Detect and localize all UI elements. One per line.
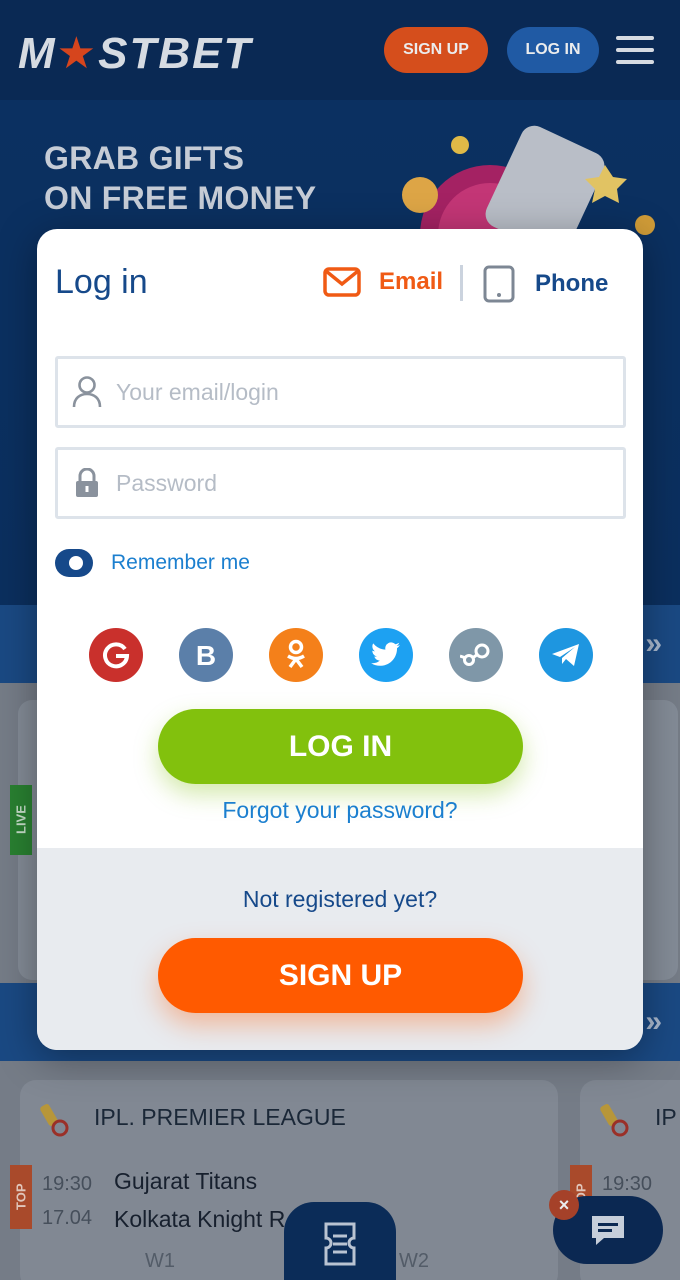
svg-text:B: B — [196, 640, 216, 670]
user-icon — [58, 376, 116, 408]
password-input[interactable] — [116, 469, 596, 497]
registration-panel: Not registered yet? SIGN UP — [37, 848, 643, 1050]
tab-phone-label: Phone — [535, 270, 609, 297]
password-field — [55, 447, 626, 519]
signup-button[interactable]: SIGN UP — [158, 938, 523, 1013]
modal-title: Log in — [55, 263, 148, 301]
steam-icon[interactable] — [449, 628, 503, 682]
social-login-row: B — [89, 628, 593, 682]
telegram-icon[interactable] — [539, 628, 593, 682]
remember-me-row: Remember me — [55, 549, 250, 577]
tab-email-label: Email — [379, 268, 444, 295]
remember-me-label[interactable]: Remember me — [111, 551, 250, 575]
email-field — [55, 356, 626, 428]
login-button[interactable]: LOG IN — [158, 709, 523, 784]
twitter-icon[interactable] — [359, 628, 413, 682]
envelope-icon — [323, 267, 361, 297]
lock-icon — [58, 468, 116, 498]
email-input[interactable] — [116, 378, 596, 406]
vk-icon[interactable]: B — [179, 628, 233, 682]
remember-me-toggle[interactable] — [55, 549, 93, 577]
tab-divider — [460, 265, 463, 301]
odnoklassniki-icon[interactable] — [269, 628, 323, 682]
phone-icon — [483, 265, 515, 303]
tab-phone[interactable]: Phone — [483, 265, 608, 303]
tab-email[interactable]: Email — [323, 267, 443, 297]
login-modal: Log in Email Phone Remember me B — [37, 229, 643, 1050]
not-registered-text: Not registered yet? — [242, 886, 438, 912]
forgot-password-link[interactable]: Forgot your password? — [37, 797, 643, 824]
google-icon[interactable] — [89, 628, 143, 682]
